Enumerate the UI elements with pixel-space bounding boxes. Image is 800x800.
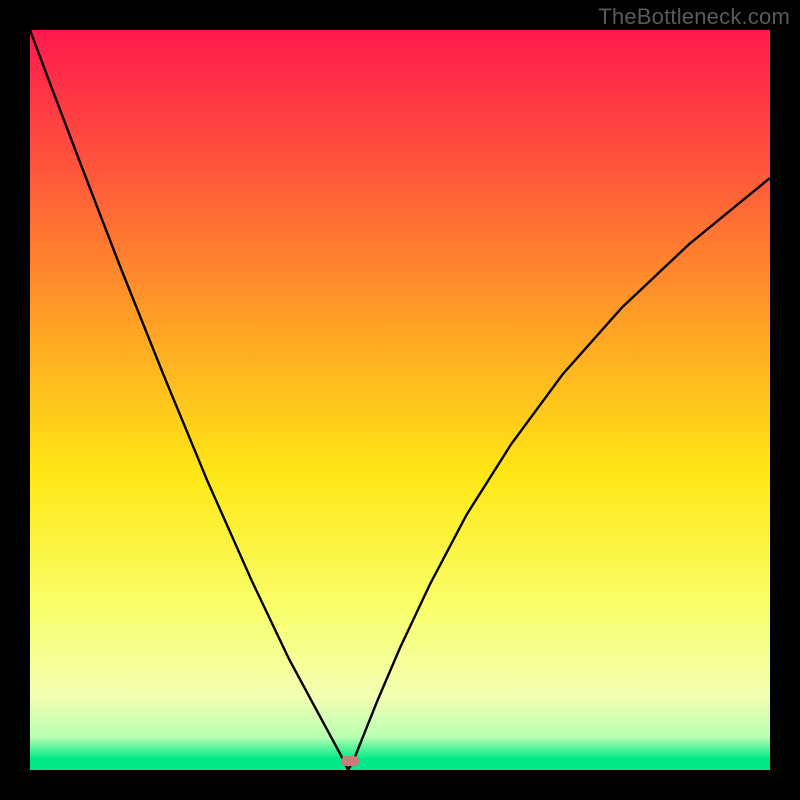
- chart-container: TheBottleneck.com: [0, 0, 800, 800]
- plot-svg: [30, 30, 770, 770]
- gradient-background: [30, 30, 770, 770]
- optimal-point-marker: [341, 756, 359, 766]
- plot-area: [30, 30, 770, 770]
- watermark-text: TheBottleneck.com: [598, 4, 790, 30]
